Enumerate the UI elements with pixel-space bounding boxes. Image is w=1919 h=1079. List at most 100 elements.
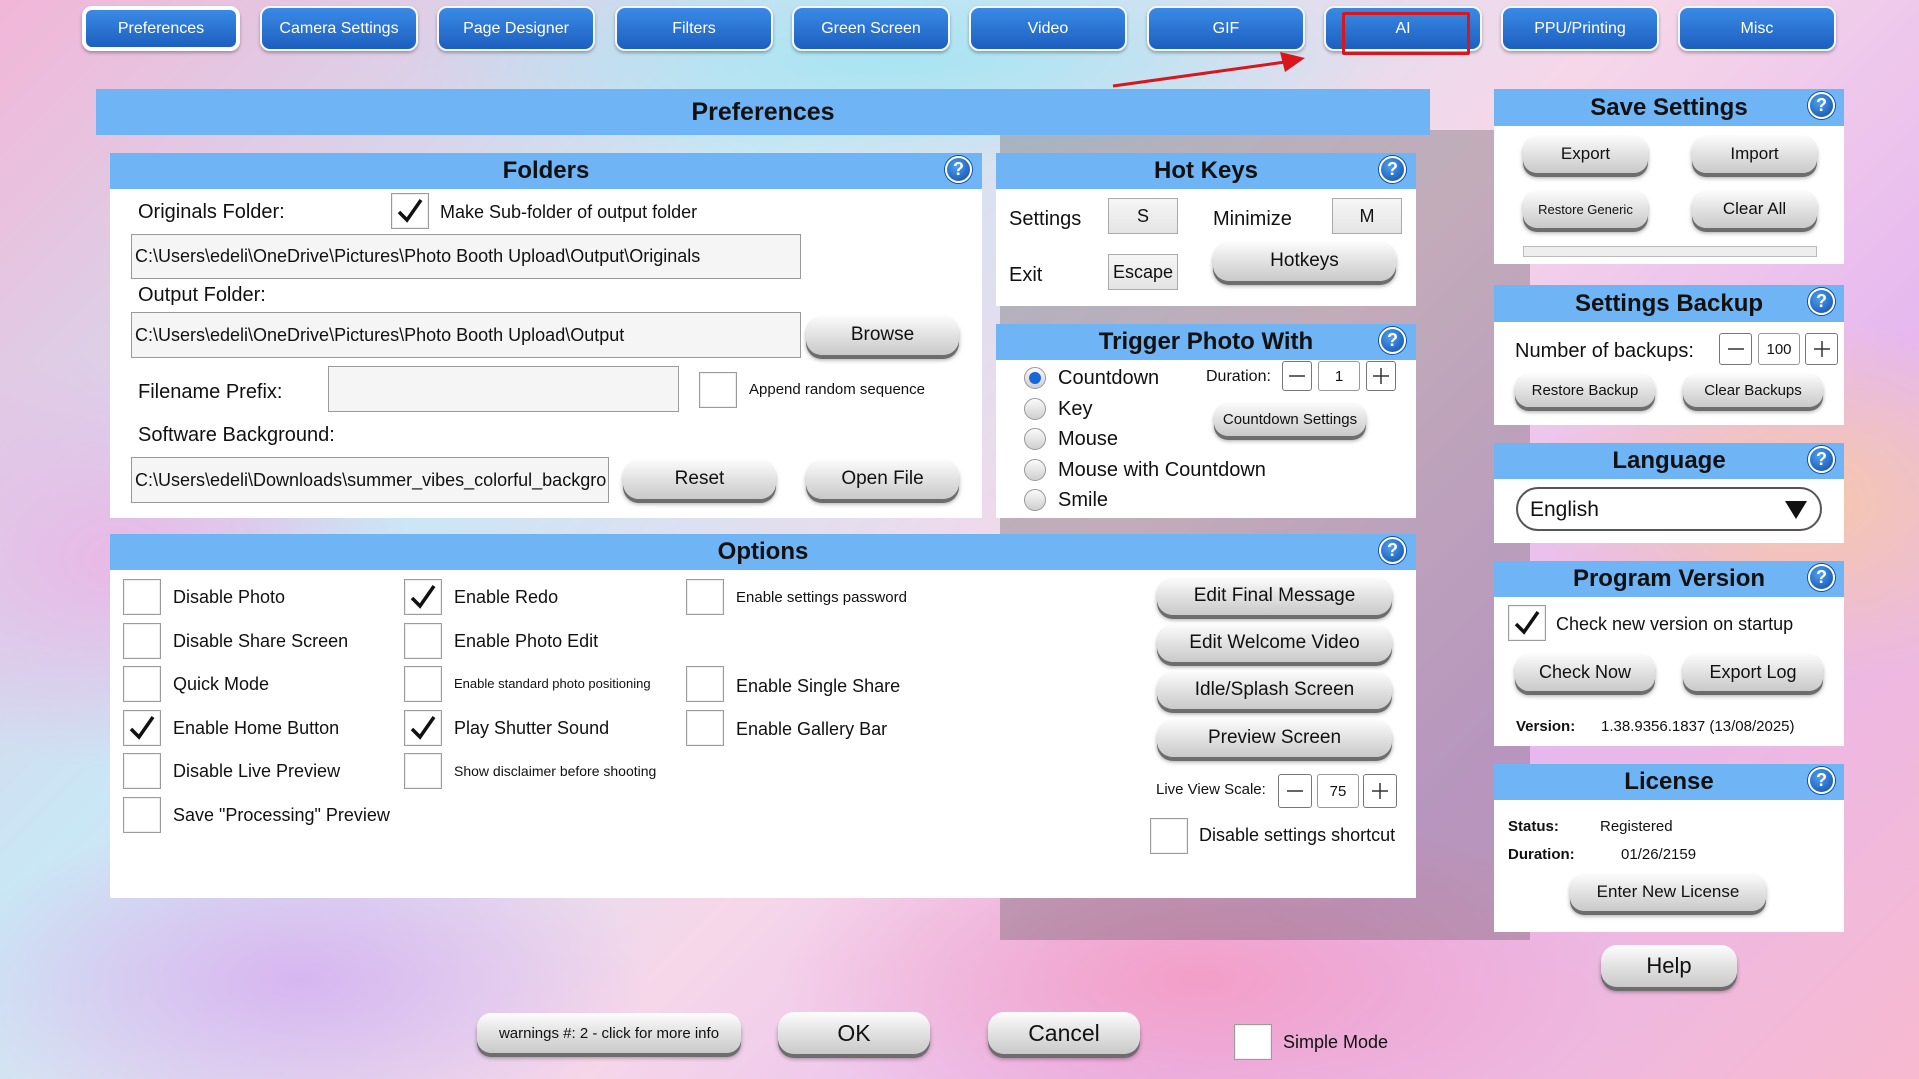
disable-settings-shortcut-checkbox[interactable] [1150, 818, 1188, 854]
exit-hotkey-label: Exit [1009, 264, 1043, 286]
subfolder-checkbox[interactable] [391, 193, 429, 229]
duration-increase-button[interactable] [1366, 361, 1396, 391]
duration-decrease-button[interactable] [1282, 361, 1312, 391]
settings-password-checkbox[interactable] [686, 579, 724, 615]
standard-positioning-checkbox[interactable] [404, 666, 442, 702]
tab-misc[interactable]: Misc [1678, 6, 1836, 51]
backups-increase-button[interactable] [1805, 333, 1838, 365]
idle-splash-screen-button[interactable]: Idle/Splash Screen [1157, 671, 1392, 709]
filename-prefix-input[interactable] [328, 366, 679, 412]
save-processing-preview-checkbox[interactable] [123, 797, 161, 833]
open-file-button[interactable]: Open File [806, 459, 959, 499]
options-title: Options [110, 534, 1416, 570]
enable-gallery-bar-checkbox[interactable] [686, 710, 724, 746]
save-settings-help-icon[interactable]: ? [1808, 92, 1835, 119]
edit-final-message-button[interactable]: Edit Final Message [1157, 577, 1392, 615]
duration-value[interactable]: 1 [1318, 361, 1360, 391]
enable-gallery-bar-label: Enable Gallery Bar [736, 719, 888, 739]
version-value: 1.38.9356.1837 (13/08/2025) [1601, 718, 1795, 735]
import-settings-button[interactable]: Import [1692, 135, 1817, 173]
radio-mouse[interactable] [1024, 428, 1046, 450]
clear-backups-button[interactable]: Clear Backups [1683, 373, 1823, 407]
check-now-button[interactable]: Check Now [1515, 653, 1655, 691]
highlight-box [1342, 12, 1470, 55]
disable-photo-checkbox[interactable] [123, 579, 161, 615]
radio-smile[interactable] [1024, 489, 1046, 511]
export-log-button[interactable]: Export Log [1683, 653, 1823, 691]
help-button[interactable]: Help [1601, 945, 1737, 987]
filename-prefix-label: Filename Prefix: [138, 381, 283, 403]
restore-backup-button[interactable]: Restore Backup [1515, 373, 1655, 407]
tab-gif[interactable]: GIF [1147, 6, 1305, 51]
settings-password-label: Enable settings password [736, 589, 907, 606]
tab-ppu-printing[interactable]: PPU/Printing [1501, 6, 1659, 51]
warnings-button[interactable]: warnings #: 2 - click for more info [477, 1013, 741, 1053]
live-view-value[interactable]: 75 [1317, 774, 1359, 808]
play-shutter-sound-checkbox[interactable] [404, 710, 442, 746]
ok-button[interactable]: OK [778, 1012, 930, 1054]
language-select[interactable]: English [1516, 487, 1822, 531]
license-help-icon[interactable]: ? [1808, 767, 1835, 794]
background-path-field[interactable]: C:\Users\edeli\Downloads\summer_vibes_co… [131, 457, 609, 503]
smile-label: Smile [1058, 489, 1109, 511]
browse-button[interactable]: Browse [806, 315, 959, 355]
cancel-button[interactable]: Cancel [988, 1012, 1140, 1054]
settings-backup-title: Settings Backup [1494, 285, 1844, 322]
settings-backup-panel: Settings Backup ? Number of backups: 100… [1494, 285, 1844, 425]
folders-help-icon[interactable]: ? [945, 156, 972, 183]
append-random-checkbox[interactable] [699, 372, 737, 408]
trigger-help-icon[interactable]: ? [1379, 327, 1406, 354]
enter-new-license-button[interactable]: Enter New License [1570, 873, 1766, 911]
enable-photo-edit-checkbox[interactable] [404, 623, 442, 659]
clear-all-button[interactable]: Clear All [1692, 190, 1817, 228]
tab-preferences[interactable]: Preferences [82, 6, 240, 51]
disable-share-screen-label: Disable Share Screen [173, 631, 349, 651]
countdown-settings-button[interactable]: Countdown Settings [1214, 402, 1366, 436]
radio-mouse-countdown[interactable] [1024, 459, 1046, 481]
hotkeys-button[interactable]: Hotkeys [1213, 241, 1396, 281]
tab-filters[interactable]: Filters [615, 6, 773, 51]
backups-value[interactable]: 100 [1758, 333, 1800, 365]
standard-positioning-label: Enable standard photo positioning [454, 676, 651, 691]
tab-page-designer[interactable]: Page Designer [437, 6, 595, 51]
radio-countdown[interactable] [1024, 367, 1046, 389]
preview-screen-button[interactable]: Preview Screen [1157, 719, 1392, 757]
backups-decrease-button[interactable] [1719, 333, 1752, 365]
settings-hotkey-label: Settings [1009, 208, 1082, 230]
hotkeys-help-icon[interactable]: ? [1379, 156, 1406, 183]
show-disclaimer-checkbox[interactable] [404, 753, 442, 789]
edit-welcome-video-button[interactable]: Edit Welcome Video [1157, 624, 1392, 662]
check-version-checkbox[interactable] [1508, 605, 1546, 641]
settings-hotkey-field[interactable]: S [1108, 198, 1178, 234]
tab-video[interactable]: Video [969, 6, 1127, 51]
program-version-help-icon[interactable]: ? [1808, 564, 1835, 591]
output-path-field[interactable]: C:\Users\edeli\OneDrive\Pictures\Photo B… [131, 312, 801, 358]
trigger-panel: Trigger Photo With ? Countdown Key Mouse… [996, 324, 1416, 518]
disable-live-preview-checkbox[interactable] [123, 753, 161, 789]
tab-camera-settings[interactable]: Camera Settings [260, 6, 418, 51]
originals-path-field[interactable]: C:\Users\edeli\OneDrive\Pictures\Photo B… [131, 234, 801, 279]
exit-hotkey-field[interactable]: Escape [1108, 254, 1178, 290]
language-help-icon[interactable]: ? [1808, 446, 1835, 473]
radio-key[interactable] [1024, 398, 1046, 420]
minimize-hotkey-field[interactable]: M [1332, 198, 1402, 234]
tab-green-screen[interactable]: Green Screen [792, 6, 950, 51]
options-help-icon[interactable]: ? [1379, 537, 1406, 564]
live-view-decrease-button[interactable] [1278, 774, 1312, 808]
chevron-down-icon [1785, 501, 1807, 519]
simple-mode-checkbox[interactable] [1234, 1024, 1272, 1060]
hotkeys-title: Hot Keys [996, 153, 1416, 189]
disable-share-screen-checkbox[interactable] [123, 623, 161, 659]
quick-mode-checkbox[interactable] [123, 666, 161, 702]
enable-single-share-checkbox[interactable] [686, 666, 724, 702]
page-title: Preferences [96, 89, 1430, 135]
enable-redo-checkbox[interactable] [404, 579, 442, 615]
settings-backup-help-icon[interactable]: ? [1808, 288, 1835, 315]
restore-generic-button[interactable]: Restore Generic [1523, 190, 1648, 228]
export-settings-button[interactable]: Export [1523, 135, 1648, 173]
live-view-increase-button[interactable] [1363, 774, 1397, 808]
countdown-label: Countdown [1058, 367, 1160, 389]
enable-home-button-checkbox[interactable] [123, 710, 161, 746]
reset-button[interactable]: Reset [623, 459, 776, 499]
language-panel: Language ? English [1494, 443, 1844, 543]
